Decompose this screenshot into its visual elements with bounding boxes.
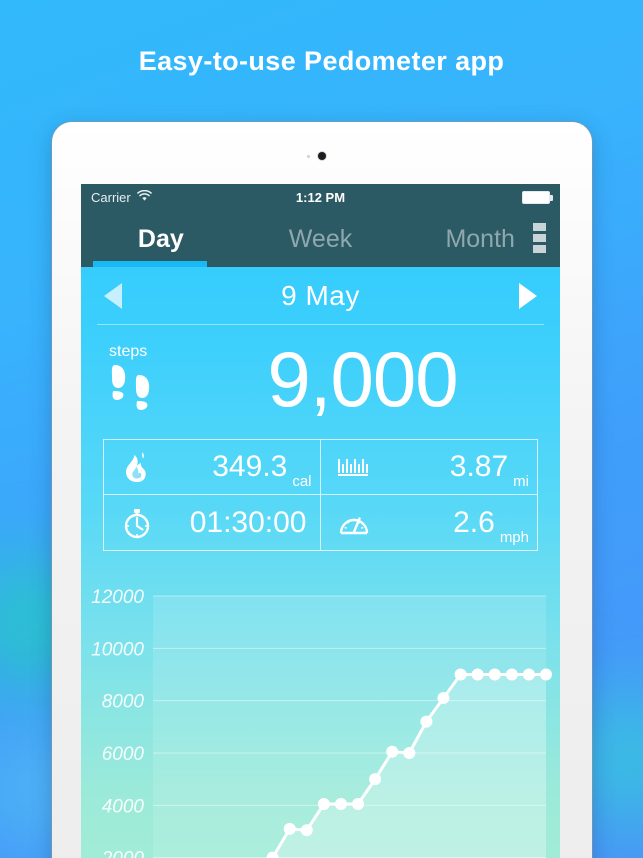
ambient-sensor-icon [307, 155, 310, 158]
chart-data-point [352, 798, 365, 811]
footprints-icon [107, 361, 167, 416]
stat-duration: 01:30:00 [104, 495, 321, 550]
stat-duration-value: 01:30:00 [189, 505, 307, 539]
chart-data-point [283, 822, 296, 835]
tab-week[interactable]: Week [241, 225, 401, 254]
chart-data-point [454, 668, 467, 681]
kebab-dot [533, 223, 546, 231]
triangle-right-icon[interactable] [519, 283, 537, 309]
stopwatch-icon [116, 507, 158, 539]
chart-y-tick-label: 4000 [102, 796, 145, 817]
speedometer-icon [333, 508, 375, 538]
chart-data-point [505, 668, 518, 681]
steps-label: steps [109, 342, 148, 360]
stat-distance: 3.87 mi [320, 440, 537, 495]
chart-data-point [317, 798, 330, 811]
stat-speed-value: 2.6 [453, 505, 495, 539]
stats-grid: 349.3 cal 3.87 mi 01:30:00 2.6 mph [103, 439, 538, 551]
chart-data-point [522, 668, 535, 681]
chart-data-point [334, 798, 347, 811]
promo-headline: Easy-to-use Pedometer app [138, 46, 505, 76]
status-bar: Carrier 1:12 PM [81, 184, 560, 211]
flame-icon [116, 451, 158, 483]
kebab-dot [533, 245, 546, 253]
chart-data-point [540, 668, 552, 681]
stat-calories: 349.3 cal [104, 440, 321, 495]
front-camera-icon [318, 152, 326, 160]
kebab-dot [533, 234, 546, 242]
steps-label-group: steps [103, 343, 193, 416]
date-navigation: 9 May [81, 267, 560, 325]
chart-y-tick-label: 12000 [91, 588, 144, 608]
stat-distance-value: 3.87 [449, 450, 509, 483]
chart-data-point [300, 824, 313, 837]
stat-calories-unit: cal [292, 473, 312, 490]
ruler-icon [333, 456, 375, 478]
stat-distance-unit: mi [513, 473, 529, 490]
tablet-device-frame: Carrier 1:12 PM Day Week Month 9 May ste… [52, 122, 592, 858]
chart-data-point [403, 747, 416, 759]
chart-data-point [386, 745, 399, 758]
divider [97, 324, 544, 325]
status-bar-time: 1:12 PM [295, 190, 346, 205]
steps-summary: steps 9,000 [81, 325, 560, 433]
tab-day[interactable]: Day [81, 225, 241, 254]
chart-data-point [488, 668, 501, 681]
current-date-label: 9 May [281, 280, 360, 311]
chart-data-point [471, 668, 484, 681]
stat-calories-value: 349.3 [212, 450, 288, 483]
stat-speed-unit: mph [499, 529, 529, 546]
chart-y-tick-label: 10000 [91, 639, 144, 660]
chart-data-point [420, 715, 433, 728]
tab-bar: Day Week Month [81, 211, 560, 267]
stat-speed: 2.6 mph [321, 495, 538, 550]
steps-chart-svg: 2000400060008000100001200024681012141618… [91, 588, 552, 858]
kebab-menu-icon[interactable] [533, 223, 546, 253]
chart-data-point [437, 692, 450, 705]
triangle-left-icon[interactable] [104, 283, 122, 309]
steps-count-value: 9,000 [267, 335, 458, 423]
chart-y-tick-label: 8000 [102, 692, 145, 713]
chart-y-tick-label: 6000 [102, 744, 145, 765]
status-bar-right [522, 191, 553, 204]
steps-chart: 2000400060008000100001200024681012141618… [81, 588, 560, 858]
chart-y-tick-label: 2000 [101, 849, 145, 858]
battery-full-icon [522, 191, 553, 204]
app-screen: Carrier 1:12 PM Day Week Month 9 May ste… [81, 184, 560, 858]
chart-data-point [369, 773, 382, 786]
